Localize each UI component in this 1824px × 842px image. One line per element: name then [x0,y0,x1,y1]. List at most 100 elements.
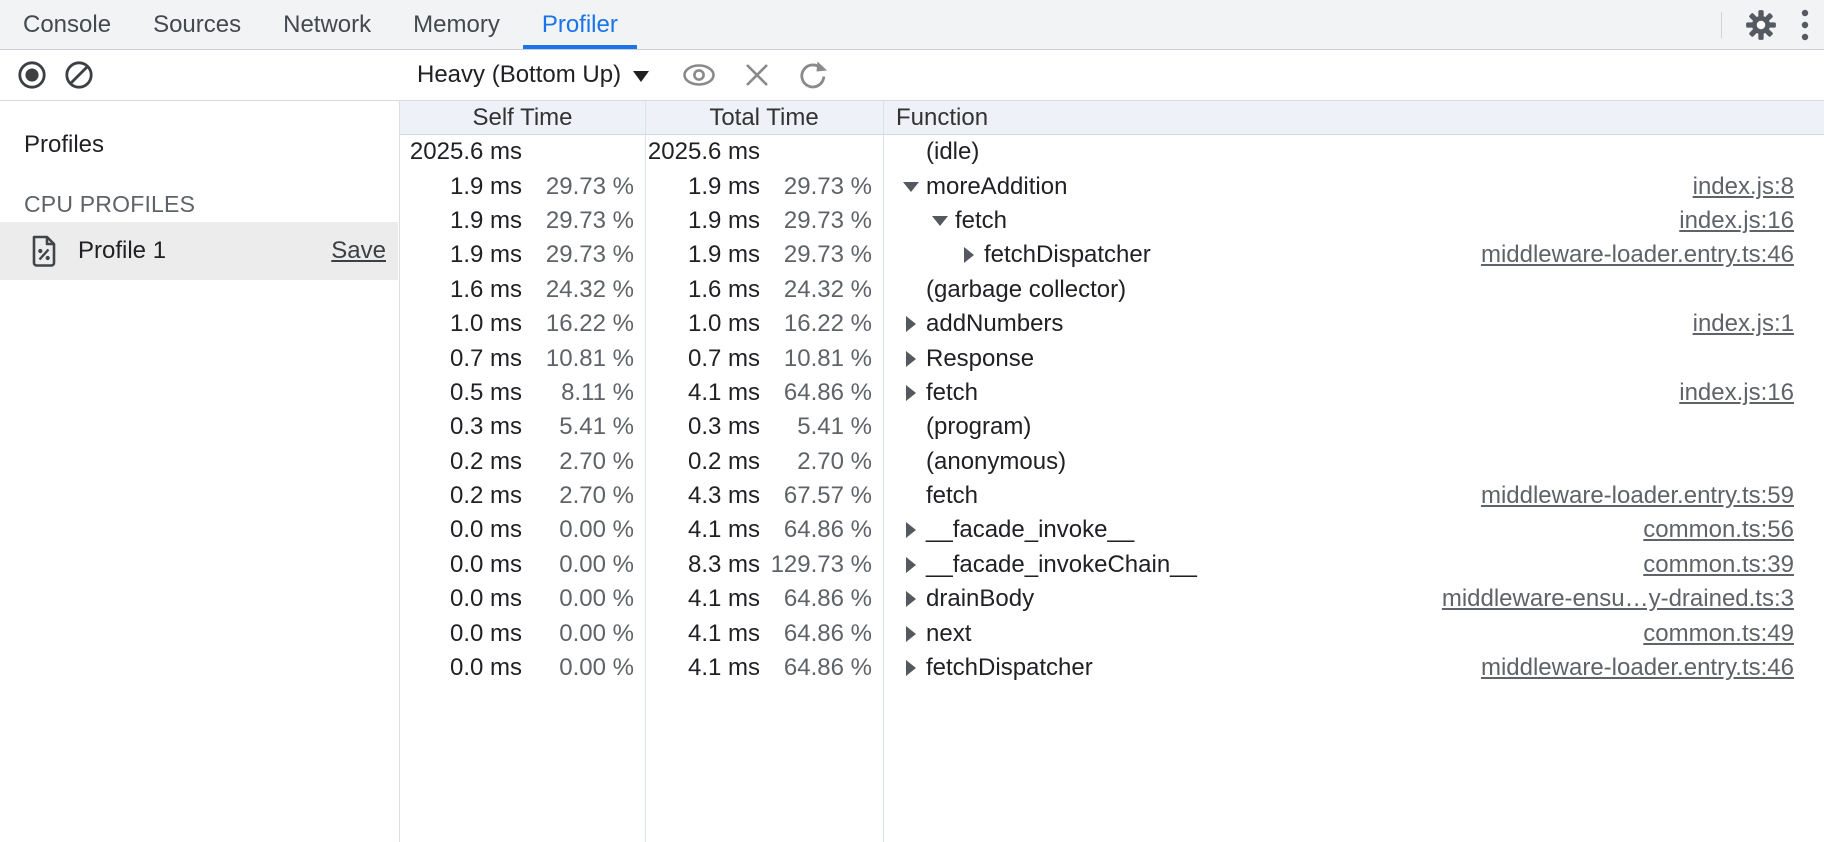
source-link[interactable]: index.js:16 [1679,207,1794,235]
table-row[interactable]: 0.0 ms 0.00 % 4.1 ms 64.86 % fetchDispat… [400,651,1824,685]
self-time-ms: 2025.6 ms [410,138,522,166]
function-name: (garbage collector) [926,276,1126,304]
record-icon[interactable] [17,60,47,90]
table-row[interactable]: 1.9 ms 29.73 % 1.9 ms 29.73 % moreAdditi… [400,169,1824,203]
table-row[interactable]: 0.5 ms 8.11 % 4.1 ms 64.86 % fetch index… [400,376,1824,410]
self-time-pct: 2.70 % [522,482,634,510]
table-row[interactable]: 1.6 ms 24.32 % 1.6 ms 24.32 % (garbage c… [400,273,1824,307]
total-time-ms: 0.3 ms [688,413,760,441]
source-link[interactable]: middleware-loader.entry.ts:59 [1481,482,1794,510]
function-name: fetch [955,207,1007,235]
view-mode-label: Heavy (Bottom Up) [417,61,621,89]
source-link[interactable]: common.ts:49 [1643,620,1794,648]
three-dot-menu-icon[interactable] [1800,7,1810,43]
total-time-ms: 4.1 ms [688,620,760,648]
tab-sources[interactable]: Sources [132,0,262,49]
source-link[interactable]: middleware-loader.entry.ts:46 [1481,241,1794,269]
source-link[interactable]: common.ts:39 [1643,551,1794,579]
function-name: fetch [926,482,978,510]
table-row[interactable]: 0.0 ms 0.00 % 4.1 ms 64.86 % next common… [400,616,1824,650]
profile-name: Profile 1 [78,237,166,265]
function-name: (idle) [926,138,979,166]
expand-arrow-icon[interactable] [896,522,926,538]
self-time-pct: 0.00 % [522,516,634,544]
table-row[interactable]: 0.2 ms 2.70 % 4.3 ms 67.57 % fetch middl… [400,479,1824,513]
gear-icon[interactable] [1744,8,1778,42]
profile-document-percent-icon [28,233,60,269]
table-row[interactable]: 0.2 ms 2.70 % 0.2 ms 2.70 % (anonymous) [400,445,1824,479]
table-row[interactable]: 0.0 ms 0.00 % 4.1 ms 64.86 % drainBody m… [400,582,1824,616]
total-time-pct: 29.73 % [760,241,872,269]
close-x-icon[interactable] [743,61,771,89]
total-time-ms: 1.9 ms [688,207,760,235]
expand-arrow-icon[interactable] [925,216,955,226]
tab-profiler[interactable]: Profiler [521,0,639,49]
self-time-pct: 2.70 % [522,448,634,476]
source-link[interactable]: middleware-loader.entry.ts:46 [1481,654,1794,682]
total-time-pct: 64.86 % [760,379,872,407]
self-time-pct: 16.22 % [522,310,634,338]
total-time-ms: 4.1 ms [688,379,760,407]
table-row[interactable]: 0.0 ms 0.00 % 4.1 ms 64.86 % __facade_in… [400,513,1824,547]
cpu-profiles-section-label: CPU PROFILES [24,191,399,218]
table-row[interactable]: 1.9 ms 29.73 % 1.9 ms 29.73 % fetchDispa… [400,238,1824,272]
total-time-pct: 5.41 % [760,413,872,441]
expand-arrow-icon[interactable] [954,247,984,263]
total-time-ms: 1.9 ms [688,173,760,201]
sidebar-item-profile-1[interactable]: Profile 1 Save [0,222,398,280]
self-time-pct: 24.32 % [522,276,634,304]
tabbar-right-controls [1721,0,1824,49]
total-time-pct: 129.73 % [760,551,872,579]
function-name: next [926,620,971,648]
self-time-ms: 1.6 ms [450,276,522,304]
expand-arrow-icon[interactable] [896,557,926,573]
function-name: fetchDispatcher [926,654,1093,682]
source-link[interactable]: index.js:1 [1693,310,1794,338]
source-link[interactable]: index.js:16 [1679,379,1794,407]
view-mode-dropdown[interactable]: Heavy (Bottom Up) [399,61,649,89]
self-time-ms: 0.2 ms [450,482,522,510]
profile-data-grid: 2025.6 ms 2025.6 ms (idle) 1.9 ms 29.73 … [400,135,1824,842]
table-row[interactable]: 1.0 ms 16.22 % 1.0 ms 16.22 % addNumbers… [400,307,1824,341]
column-header-self-time[interactable]: Self Time [400,104,645,132]
column-divider-1 [645,101,646,842]
source-link[interactable]: middleware-ensu…y-drained.ts:3 [1442,585,1794,613]
column-header-function[interactable]: Function [883,104,1824,132]
tab-console[interactable]: Console [2,0,132,49]
devtools-tab-bar: Console Sources Network Memory Profiler [0,0,1824,50]
total-time-pct: 2.70 % [760,448,872,476]
expand-arrow-icon[interactable] [896,591,926,607]
table-row[interactable]: 0.3 ms 5.41 % 0.3 ms 5.41 % (program) [400,410,1824,444]
table-row[interactable]: 0.0 ms 0.00 % 8.3 ms 129.73 % __facade_i… [400,548,1824,582]
function-name: fetchDispatcher [984,241,1151,269]
total-time-pct: 16.22 % [760,310,872,338]
save-button[interactable]: Save [331,237,386,265]
source-link[interactable]: common.ts:56 [1643,516,1794,544]
refresh-icon[interactable] [797,59,829,91]
grid-header-row: Self Time Total Time Function [400,101,1824,135]
total-time-ms: 4.3 ms [688,482,760,510]
total-time-pct: 29.73 % [760,173,872,201]
expand-arrow-icon[interactable] [896,182,926,192]
self-time-pct [522,138,634,166]
visibility-eye-icon[interactable] [681,61,717,89]
expand-arrow-icon[interactable] [896,626,926,642]
table-row[interactable]: 2025.6 ms 2025.6 ms (idle) [400,135,1824,169]
function-name: moreAddition [926,173,1067,201]
table-row[interactable]: 1.9 ms 29.73 % 1.9 ms 29.73 % fetch inde… [400,204,1824,238]
total-time-ms: 1.9 ms [688,241,760,269]
tab-memory[interactable]: Memory [392,0,521,49]
expand-arrow-icon[interactable] [896,351,926,367]
expand-arrow-icon[interactable] [896,316,926,332]
total-time-pct: 10.81 % [760,345,872,373]
clear-icon[interactable] [64,60,94,90]
tab-network[interactable]: Network [262,0,392,49]
self-time-pct: 5.41 % [522,413,634,441]
expand-arrow-icon[interactable] [896,385,926,401]
column-header-total-time[interactable]: Total Time [645,104,883,132]
expand-arrow-icon[interactable] [896,660,926,676]
source-link[interactable]: index.js:8 [1693,173,1794,201]
function-name: __facade_invoke__ [926,516,1134,544]
self-time-ms: 0.0 ms [450,516,522,544]
table-row[interactable]: 0.7 ms 10.81 % 0.7 ms 10.81 % Response [400,341,1824,375]
